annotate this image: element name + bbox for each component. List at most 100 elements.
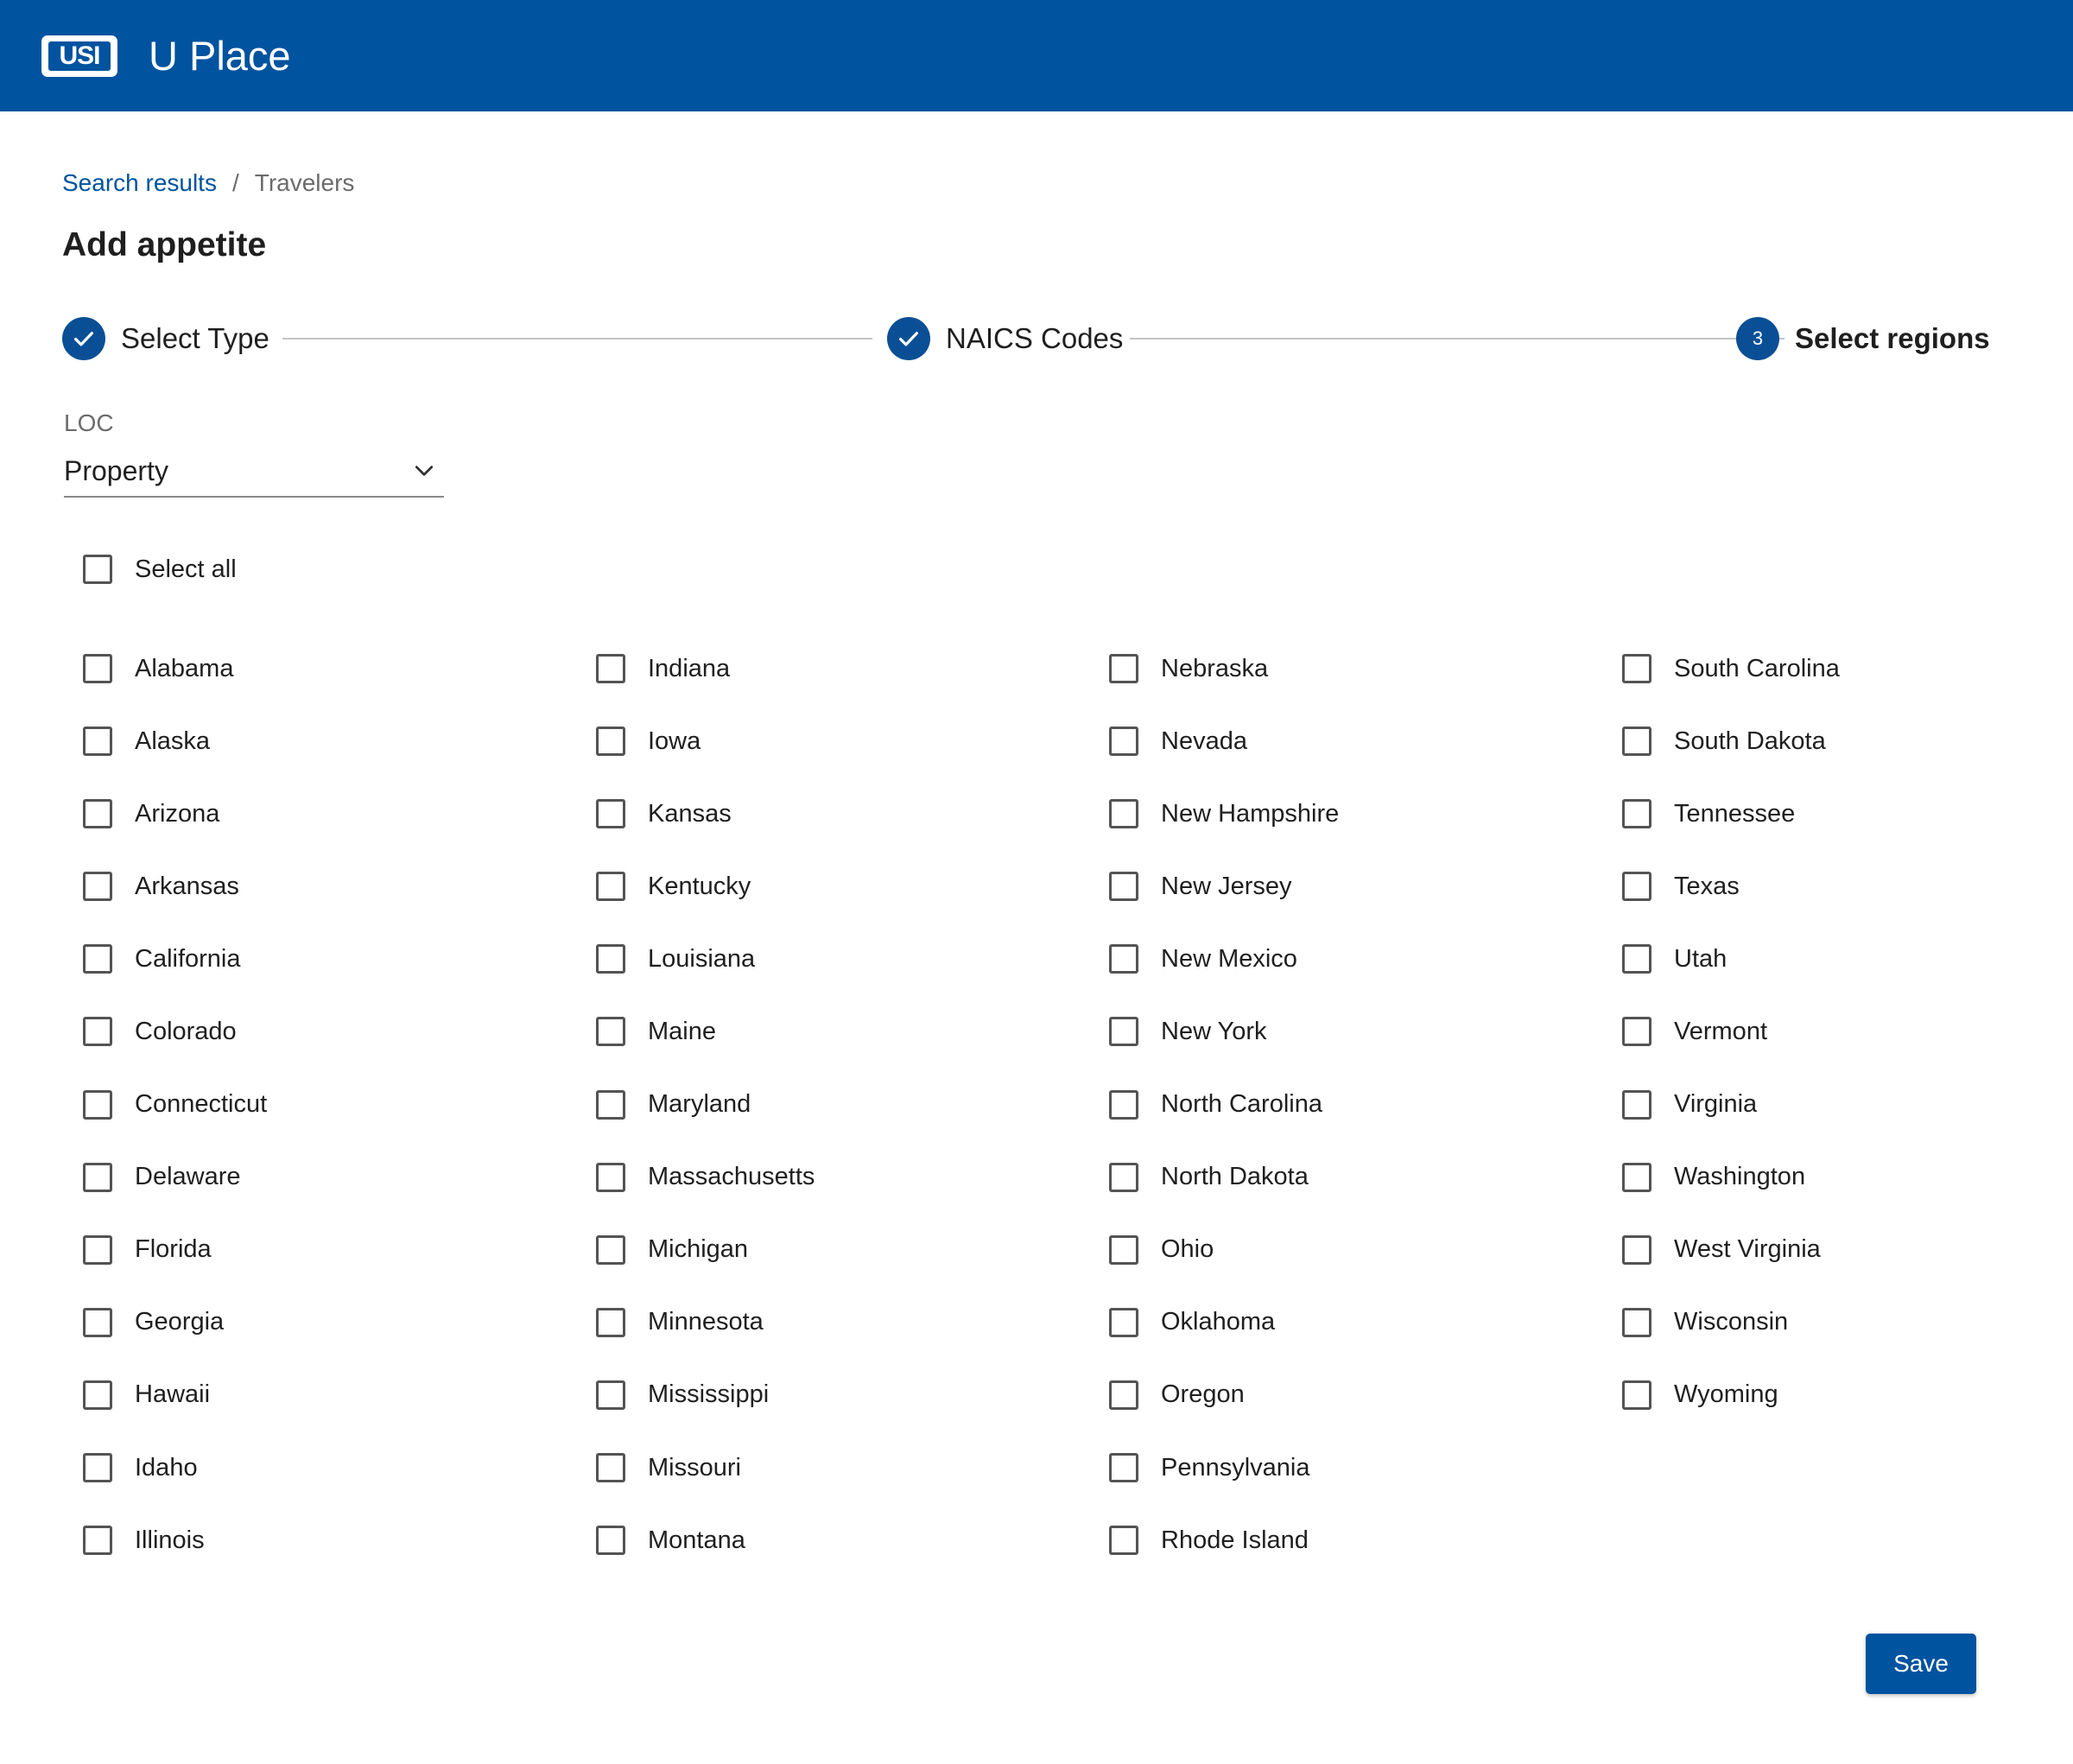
state-checkbox-pennsylvania[interactable]: Pennsylvania [1109, 1431, 1622, 1504]
checkbox-box[interactable] [596, 1380, 625, 1410]
checkbox-box[interactable] [83, 1380, 112, 1410]
checkbox-box[interactable] [1109, 1380, 1138, 1410]
checkbox-box[interactable] [1109, 1526, 1138, 1556]
state-checkbox-new-york[interactable]: New York [1109, 995, 1622, 1068]
checkbox-box[interactable] [1622, 872, 1651, 902]
state-checkbox-massachusetts[interactable]: Massachusetts [596, 1141, 1109, 1214]
state-checkbox-south-dakota[interactable]: South Dakota [1622, 705, 2035, 777]
state-checkbox-mississippi[interactable]: Mississippi [596, 1359, 1109, 1431]
checkbox-box[interactable] [596, 799, 625, 829]
checkbox-box[interactable] [1622, 654, 1651, 683]
checkbox-box[interactable] [1109, 727, 1138, 757]
state-checkbox-north-carolina[interactable]: North Carolina [1109, 1069, 1622, 1141]
state-checkbox-hawaii[interactable]: Hawaii [83, 1359, 596, 1431]
state-checkbox-kansas[interactable]: Kansas [596, 777, 1109, 850]
checkbox-box[interactable] [1622, 1089, 1651, 1120]
checkbox-box[interactable] [1109, 872, 1138, 902]
state-checkbox-new-mexico[interactable]: New Mexico [1109, 923, 1622, 995]
checkbox-box[interactable] [1109, 654, 1138, 683]
checkbox-box[interactable] [1622, 1307, 1651, 1337]
state-checkbox-idaho[interactable]: Idaho [83, 1431, 596, 1504]
breadcrumb-search-results-link[interactable]: Search results [62, 168, 217, 199]
state-checkbox-georgia[interactable]: Georgia [83, 1286, 596, 1359]
state-checkbox-connecticut[interactable]: Connecticut [83, 1069, 596, 1141]
state-checkbox-arizona[interactable]: Arizona [83, 777, 596, 850]
checkbox-box[interactable] [83, 555, 112, 584]
checkbox-box[interactable] [1622, 944, 1651, 974]
state-checkbox-alaska[interactable]: Alaska [83, 705, 596, 777]
state-checkbox-vermont[interactable]: Vermont [1622, 995, 2035, 1068]
state-checkbox-new-jersey[interactable]: New Jersey [1109, 850, 1622, 923]
step-naics-codes[interactable]: NAICS Codes [887, 316, 1123, 361]
checkbox-box[interactable] [1109, 1017, 1138, 1047]
checkbox-box[interactable] [596, 654, 625, 683]
checkbox-box[interactable] [596, 1307, 625, 1337]
state-checkbox-maine[interactable]: Maine [596, 995, 1109, 1068]
checkbox-box[interactable] [1109, 1162, 1138, 1192]
usi-logo[interactable]: USI [41, 35, 117, 77]
checkbox-box[interactable] [83, 799, 112, 829]
state-checkbox-oregon[interactable]: Oregon [1109, 1359, 1622, 1431]
checkbox-box[interactable] [1109, 1453, 1138, 1483]
state-checkbox-illinois[interactable]: Illinois [83, 1504, 596, 1577]
state-checkbox-maryland[interactable]: Maryland [596, 1069, 1109, 1141]
state-checkbox-south-carolina[interactable]: South Carolina [1622, 632, 2035, 705]
checkbox-box[interactable] [83, 654, 112, 683]
state-checkbox-wyoming[interactable]: Wyoming [1622, 1359, 2035, 1431]
state-checkbox-nebraska[interactable]: Nebraska [1109, 632, 1622, 705]
checkbox-box[interactable] [83, 1453, 112, 1483]
checkbox-box[interactable] [83, 1162, 112, 1192]
checkbox-box[interactable] [596, 1234, 625, 1265]
state-checkbox-wisconsin[interactable]: Wisconsin [1622, 1286, 2035, 1359]
checkbox-box[interactable] [83, 1017, 112, 1047]
checkbox-box[interactable] [596, 872, 625, 902]
checkbox-box[interactable] [596, 944, 625, 974]
checkbox-box[interactable] [83, 944, 112, 974]
checkbox-box[interactable] [1622, 727, 1651, 757]
state-checkbox-texas[interactable]: Texas [1622, 850, 2035, 923]
state-checkbox-rhode-island[interactable]: Rhode Island [1109, 1504, 1622, 1577]
checkbox-box[interactable] [1622, 1380, 1651, 1410]
state-checkbox-arkansas[interactable]: Arkansas [83, 850, 596, 923]
state-checkbox-florida[interactable]: Florida [83, 1214, 596, 1286]
checkbox-box[interactable] [1622, 1162, 1651, 1192]
checkbox-box[interactable] [596, 1526, 625, 1556]
state-checkbox-nevada[interactable]: Nevada [1109, 705, 1622, 777]
checkbox-box[interactable] [1109, 1307, 1138, 1337]
state-checkbox-alabama[interactable]: Alabama [83, 632, 596, 705]
checkbox-box[interactable] [596, 1017, 625, 1047]
state-checkbox-missouri[interactable]: Missouri [596, 1431, 1109, 1504]
state-checkbox-oklahoma[interactable]: Oklahoma [1109, 1286, 1622, 1359]
state-checkbox-minnesota[interactable]: Minnesota [596, 1286, 1109, 1359]
step-select-regions[interactable]: 3 Select regions [1736, 316, 1990, 361]
state-checkbox-michigan[interactable]: Michigan [596, 1214, 1109, 1286]
state-checkbox-utah[interactable]: Utah [1622, 923, 2035, 995]
checkbox-box[interactable] [1109, 799, 1138, 829]
state-checkbox-iowa[interactable]: Iowa [596, 705, 1109, 777]
state-checkbox-kentucky[interactable]: Kentucky [596, 850, 1109, 923]
loc-select[interactable]: Property [64, 446, 444, 498]
checkbox-box[interactable] [1109, 1234, 1138, 1265]
state-checkbox-ohio[interactable]: Ohio [1109, 1214, 1622, 1286]
checkbox-box[interactable] [596, 1089, 625, 1120]
checkbox-box[interactable] [83, 1526, 112, 1556]
state-checkbox-tennessee[interactable]: Tennessee [1622, 777, 2035, 850]
checkbox-box[interactable] [83, 1234, 112, 1265]
state-checkbox-indiana[interactable]: Indiana [596, 632, 1109, 705]
checkbox-box[interactable] [83, 727, 112, 757]
state-checkbox-new-hampshire[interactable]: New Hampshire [1109, 777, 1622, 850]
save-button[interactable]: Save [1866, 1634, 1976, 1694]
checkbox-box[interactable] [596, 1453, 625, 1483]
checkbox-box[interactable] [83, 1089, 112, 1120]
state-checkbox-montana[interactable]: Montana [596, 1504, 1109, 1577]
checkbox-box[interactable] [83, 1307, 112, 1337]
checkbox-box[interactable] [1109, 1089, 1138, 1120]
state-checkbox-west-virginia[interactable]: West Virginia [1622, 1214, 2035, 1286]
checkbox-box[interactable] [596, 727, 625, 757]
checkbox-box[interactable] [1622, 1017, 1651, 1047]
state-checkbox-colorado[interactable]: Colorado [83, 995, 596, 1068]
checkbox-box[interactable] [1622, 799, 1651, 829]
step-select-type[interactable]: Select Type [62, 316, 269, 361]
state-checkbox-louisiana[interactable]: Louisiana [596, 923, 1109, 995]
state-checkbox-california[interactable]: California [83, 923, 596, 995]
